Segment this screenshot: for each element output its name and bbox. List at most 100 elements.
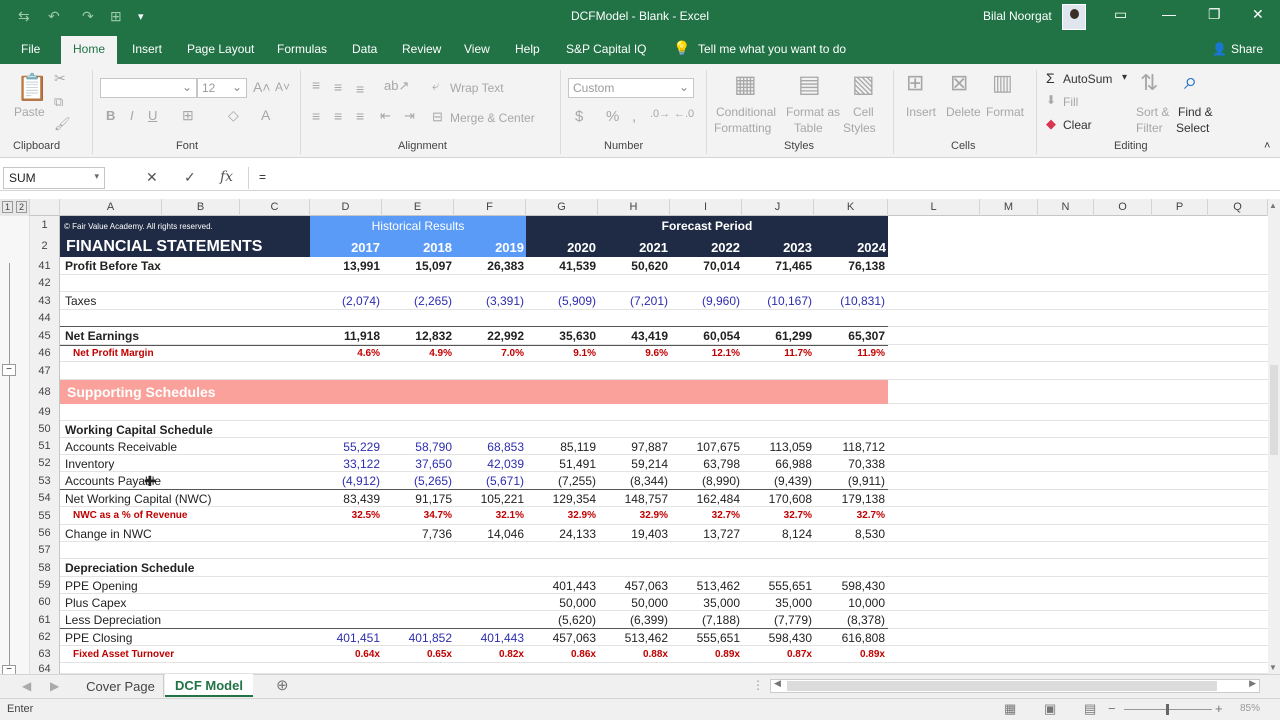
value-cell[interactable]: (4,912) (310, 474, 380, 488)
tab-insert[interactable]: Insert (132, 42, 162, 56)
value-cell[interactable]: (8,990) (670, 474, 740, 488)
value-cell[interactable]: 162,484 (670, 492, 740, 506)
cell-styles-button[interactable]: Cell (853, 105, 874, 119)
share-button[interactable]: Share (1231, 42, 1263, 56)
col-header-n[interactable]: N (1038, 199, 1094, 216)
value-cell[interactable]: 22,992 (454, 329, 524, 343)
format-as-table-button[interactable]: Format as (786, 105, 840, 119)
value-cell[interactable]: 97,887 (598, 440, 668, 454)
value-cell[interactable]: 35,000 (670, 596, 740, 610)
value-cell[interactable]: 12.1% (670, 348, 740, 359)
value-cell[interactable]: 598,430 (742, 631, 812, 645)
tab-file[interactable]: File (21, 42, 40, 56)
merge-center-icon[interactable]: ⊟ (432, 109, 443, 125)
value-cell[interactable]: 35,000 (742, 596, 812, 610)
value-cell[interactable]: 4.6% (310, 348, 380, 359)
value-cell[interactable]: 11.7% (742, 348, 812, 359)
cancel-formula-icon[interactable]: ✕ (146, 169, 158, 186)
col-header-f[interactable]: F (454, 199, 526, 216)
next-sheet-icon[interactable]: ▶ (50, 679, 59, 693)
value-cell[interactable]: (10,831) (815, 294, 885, 308)
value-cell[interactable]: 26,383 (454, 259, 524, 273)
increase-decimal-icon[interactable]: .0→ (650, 108, 670, 120)
row-label[interactable]: PPE Opening (65, 579, 138, 593)
value-cell[interactable]: 13,727 (670, 527, 740, 541)
value-cell[interactable]: 7,736 (382, 527, 452, 541)
value-cell[interactable]: (7,779) (742, 613, 812, 627)
col-header-h[interactable]: H (598, 199, 670, 216)
increase-indent-icon[interactable]: ⇥ (404, 108, 415, 124)
wrap-text-icon[interactable]: ⤶ (432, 78, 439, 94)
value-cell[interactable]: (9,960) (670, 294, 740, 308)
row-header[interactable]: 51 (30, 438, 60, 455)
value-cell[interactable]: (5,671) (454, 474, 524, 488)
value-cell[interactable]: (5,909) (526, 294, 596, 308)
row-header[interactable]: 50 (30, 421, 60, 438)
comma-icon[interactable]: , (632, 108, 636, 125)
page-layout-view-icon[interactable]: ▣ (1044, 701, 1056, 717)
share-icon[interactable]: 👤 (1212, 42, 1227, 56)
row-label[interactable]: Taxes (65, 294, 96, 308)
percent-icon[interactable]: % (606, 108, 619, 125)
tab-capital-iq[interactable]: S&P Capital IQ (566, 42, 646, 56)
value-cell[interactable]: (3,391) (454, 294, 524, 308)
vertical-scrollbar[interactable]: ▲ ▼ (1268, 199, 1280, 674)
row-header[interactable]: 47 (30, 362, 60, 380)
value-cell[interactable]: 401,852 (382, 631, 452, 645)
value-cell[interactable]: 51,491 (526, 457, 596, 471)
format-as-table-icon[interactable]: ▤ (798, 70, 821, 99)
row-label[interactable]: Net Earnings (65, 329, 139, 343)
value-cell[interactable]: 0.65x (382, 649, 452, 660)
row-header[interactable]: 59 (30, 577, 60, 594)
tab-home[interactable]: Home (61, 36, 117, 64)
borders-icon[interactable]: ⊞ (182, 107, 194, 124)
value-cell[interactable]: 555,651 (742, 579, 812, 593)
value-cell[interactable]: 63,798 (670, 457, 740, 471)
row-header[interactable]: 1 (30, 216, 60, 235)
value-cell[interactable]: 107,675 (670, 440, 740, 454)
row-header[interactable]: 49 (30, 404, 60, 421)
row-label[interactable]: Working Capital Schedule (65, 423, 213, 437)
row-label[interactable]: Inventory (65, 457, 114, 471)
copy-icon[interactable]: ⧉ (54, 94, 63, 110)
value-cell[interactable]: 42,039 (454, 457, 524, 471)
italic-icon[interactable]: I (130, 108, 134, 123)
format-cells-button[interactable]: Format (986, 105, 1024, 119)
col-header-p[interactable]: P (1152, 199, 1208, 216)
horizontal-scrollbar[interactable]: ◀ ▶ (770, 678, 1260, 693)
value-cell[interactable]: 8,530 (815, 527, 885, 541)
value-cell[interactable]: (5,265) (382, 474, 452, 488)
value-cell[interactable]: 15,097 (382, 259, 452, 273)
page-break-view-icon[interactable]: ▤ (1084, 701, 1096, 717)
font-color-icon[interactable]: A (261, 107, 270, 123)
formula-input[interactable]: = (248, 167, 1278, 189)
value-cell[interactable]: 118,712 (815, 440, 886, 454)
value-cell[interactable]: 170,608 (742, 492, 812, 506)
row-header[interactable]: 42 (30, 275, 60, 292)
cell-styles-label2[interactable]: Styles (843, 121, 876, 135)
avatar[interactable] (1062, 4, 1086, 30)
row-header[interactable]: 56 (30, 525, 60, 542)
value-cell[interactable]: 41,539 (526, 259, 596, 273)
autosum-button[interactable]: AutoSum (1063, 72, 1112, 86)
conditional-formatting-button[interactable]: Conditional (716, 105, 776, 119)
outline-collapse-button[interactable]: − (2, 364, 16, 376)
tell-me-search[interactable]: Tell me what you want to do (698, 42, 846, 56)
row-label[interactable]: Change in NWC (65, 527, 152, 541)
minimize-icon[interactable]: — (1162, 6, 1176, 22)
row-label[interactable]: Plus Capex (65, 596, 126, 610)
value-cell[interactable]: 32.7% (742, 510, 812, 521)
value-cell[interactable]: (2,074) (310, 294, 380, 308)
shrink-font-icon[interactable]: A˅ (275, 80, 290, 94)
col-header-i[interactable]: I (670, 199, 742, 216)
row-label[interactable]: Profit Before Tax (65, 259, 161, 273)
value-cell[interactable]: 70,014 (670, 259, 740, 273)
autosum-dropdown-icon[interactable]: ▾ (1122, 72, 1127, 83)
prev-sheet-icon[interactable]: ◀ (22, 679, 31, 693)
value-cell[interactable]: 24,133 (526, 527, 596, 541)
value-cell[interactable]: 105,221 (454, 492, 524, 506)
value-cell[interactable]: 50,000 (598, 596, 668, 610)
conditional-formatting-label2[interactable]: Formatting (714, 121, 771, 135)
row-header[interactable]: 55 (30, 507, 60, 525)
row-label[interactable]: NWC as a % of Revenue (73, 510, 187, 521)
